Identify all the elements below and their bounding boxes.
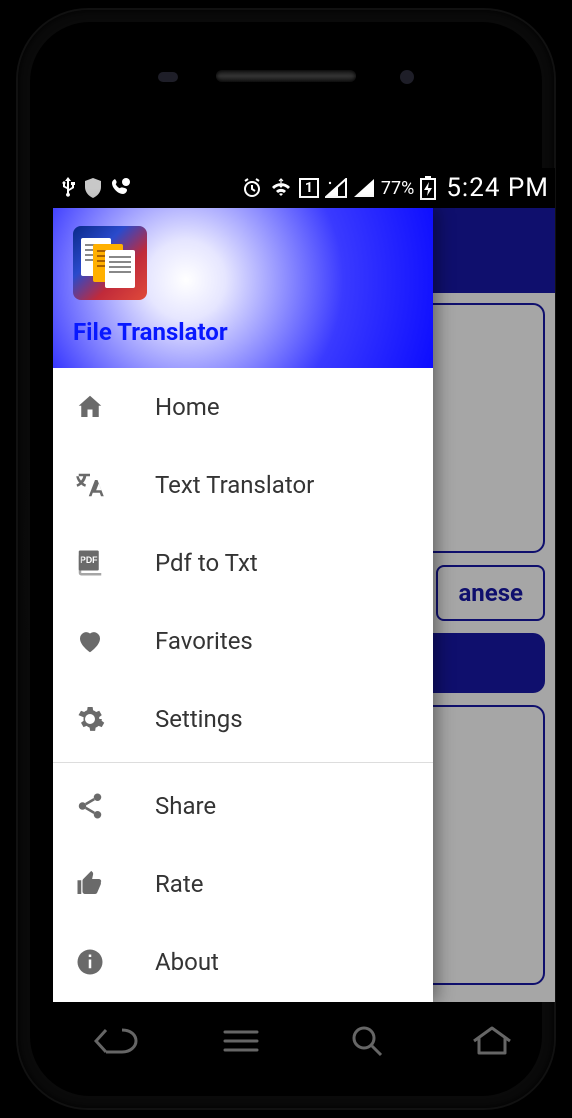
menu-item-pdf-to-txt[interactable]: PDF Pdf to Txt [53, 524, 433, 602]
menu-item-home[interactable]: Home [53, 368, 433, 446]
wifi-icon [269, 178, 293, 198]
svg-text:PDF: PDF [80, 555, 98, 565]
shield-icon [83, 177, 103, 199]
menu-divider [53, 762, 433, 763]
drawer-title: File Translator [73, 318, 413, 346]
info-icon [75, 947, 105, 977]
alarm-icon [241, 177, 263, 199]
thumb-up-icon [75, 869, 105, 899]
menu-item-label: Pdf to Txt [155, 549, 258, 577]
signal-icon-1 [325, 178, 347, 198]
home-icon [75, 392, 105, 422]
drawer-menu: Home Text Translator PDF Pdf to Txt [53, 368, 433, 1002]
status-clock: 5:24 PM [446, 173, 549, 203]
proximity-sensor [158, 72, 178, 82]
menu-item-label: Rate [155, 870, 203, 898]
phone-frame: 1 77% 5:24 PM anese [18, 10, 554, 1108]
menu-item-label: Home [155, 393, 220, 421]
translate-icon [75, 470, 105, 500]
earpiece [216, 70, 356, 82]
pdf-icon: PDF [75, 548, 105, 578]
menu-item-label: Favorites [155, 627, 253, 655]
status-bar: 1 77% 5:24 PM [53, 168, 555, 208]
sim-badge: 1 [299, 178, 319, 198]
app-logo-icon [73, 226, 147, 300]
usb-icon [59, 176, 77, 200]
battery-percent: 77% [381, 178, 414, 199]
screen: 1 77% 5:24 PM anese [53, 168, 555, 1002]
menu-button[interactable] [216, 1021, 266, 1061]
menu-item-text-translator[interactable]: Text Translator [53, 446, 433, 524]
menu-item-label: Text Translator [155, 471, 314, 499]
front-camera [400, 70, 414, 84]
signal-icon-2 [353, 178, 375, 198]
navigation-drawer: File Translator Home Text Translator [53, 208, 433, 1002]
menu-item-share[interactable]: Share [53, 767, 433, 845]
call-icon [109, 177, 131, 199]
hardware-nav-bar [53, 1013, 555, 1068]
menu-item-settings[interactable]: Settings [53, 680, 433, 758]
battery-charging-icon [420, 176, 436, 200]
menu-item-favorites[interactable]: Favorites [53, 602, 433, 680]
menu-item-label: About [155, 948, 219, 976]
menu-item-label: Share [155, 792, 216, 820]
menu-item-rate[interactable]: Rate [53, 845, 433, 923]
menu-item-label: Settings [155, 705, 243, 733]
heart-icon [75, 626, 105, 656]
home-button[interactable] [467, 1021, 517, 1061]
share-icon [75, 791, 105, 821]
back-button[interactable] [91, 1021, 141, 1061]
gear-icon [75, 704, 105, 734]
search-button[interactable] [342, 1021, 392, 1061]
menu-item-about[interactable]: About [53, 923, 433, 1001]
drawer-header: File Translator [53, 208, 433, 368]
